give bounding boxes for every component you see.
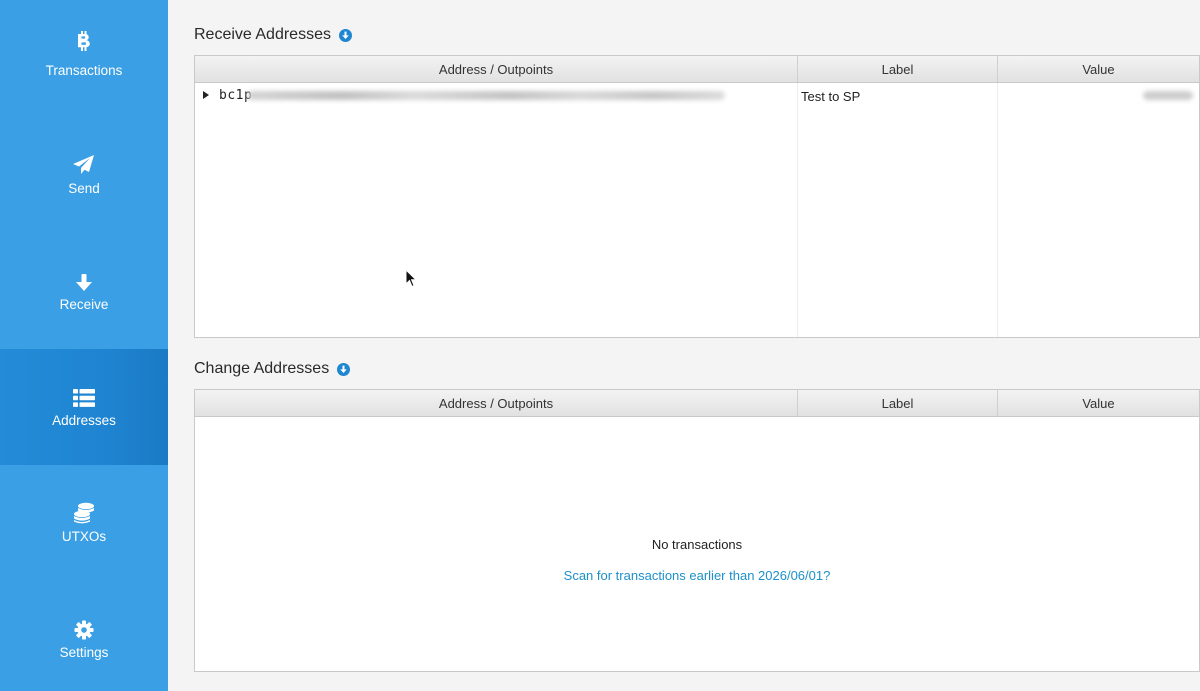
receive-addresses-heading: Receive Addresses (194, 26, 352, 44)
sidebar-item-settings[interactable]: Settings (0, 581, 168, 691)
sidebar-item-transactions[interactable]: Transactions (0, 0, 168, 116)
arrow-down-icon (72, 272, 96, 294)
app-window: Transactions Send Receive Addresses UTXO… (0, 0, 1200, 691)
column-header-label[interactable]: Label (798, 56, 998, 82)
change-addresses-table: Address / Outpoints Label Value No trans… (194, 389, 1200, 672)
redacted-address (247, 91, 725, 100)
table-header: Address / Outpoints Label Value (195, 390, 1199, 417)
table-header: Address / Outpoints Label Value (195, 56, 1199, 83)
receive-addresses-table: Address / Outpoints Label Value bc1p Tes… (194, 55, 1200, 338)
sidebar-item-receive[interactable]: Receive (0, 232, 168, 348)
column-header-value[interactable]: Value (998, 390, 1199, 416)
column-divider (997, 83, 998, 337)
scan-earlier-link[interactable]: Scan for transactions earlier than 2026/… (195, 568, 1199, 583)
section-title: Change Addresses (194, 360, 330, 377)
empty-state-text: No transactions (651, 537, 743, 552)
gear-icon (72, 619, 96, 641)
table-row[interactable]: bc1p Test to SP (195, 83, 1199, 109)
change-addresses-heading: Change Addresses (194, 360, 351, 378)
redacted-value (1143, 91, 1193, 100)
sidebar-item-label: Transactions (45, 63, 123, 78)
bitcoin-icon (72, 30, 96, 52)
sidebar-item-label: Receive (59, 297, 109, 312)
sidebar-item-label: Send (68, 181, 100, 196)
download-icon[interactable] (337, 362, 351, 376)
column-divider (797, 83, 798, 337)
mouse-cursor-icon (405, 269, 417, 288)
download-icon[interactable] (338, 28, 352, 42)
row-label[interactable]: Test to SP (801, 89, 860, 104)
sidebar-item-label: UTXOs (61, 529, 107, 544)
coins-icon (72, 502, 96, 524)
column-header-value[interactable]: Value (998, 56, 1199, 82)
list-icon (72, 387, 96, 409)
expand-arrow-icon[interactable] (203, 91, 209, 99)
section-title: Receive Addresses (194, 26, 331, 43)
sidebar-item-label: Settings (59, 645, 109, 660)
sidebar-item-utxos[interactable]: UTXOs (0, 465, 168, 581)
sidebar-item-send[interactable]: Send (0, 116, 168, 232)
column-header-address[interactable]: Address / Outpoints (195, 56, 798, 82)
sidebar-item-label: Addresses (52, 413, 116, 428)
column-header-address[interactable]: Address / Outpoints (195, 390, 798, 416)
column-header-label[interactable]: Label (798, 390, 998, 416)
sidebar-item-addresses[interactable]: Addresses (0, 349, 168, 465)
paper-plane-icon (72, 154, 96, 176)
sidebar: Transactions Send Receive Addresses UTXO… (0, 0, 168, 691)
